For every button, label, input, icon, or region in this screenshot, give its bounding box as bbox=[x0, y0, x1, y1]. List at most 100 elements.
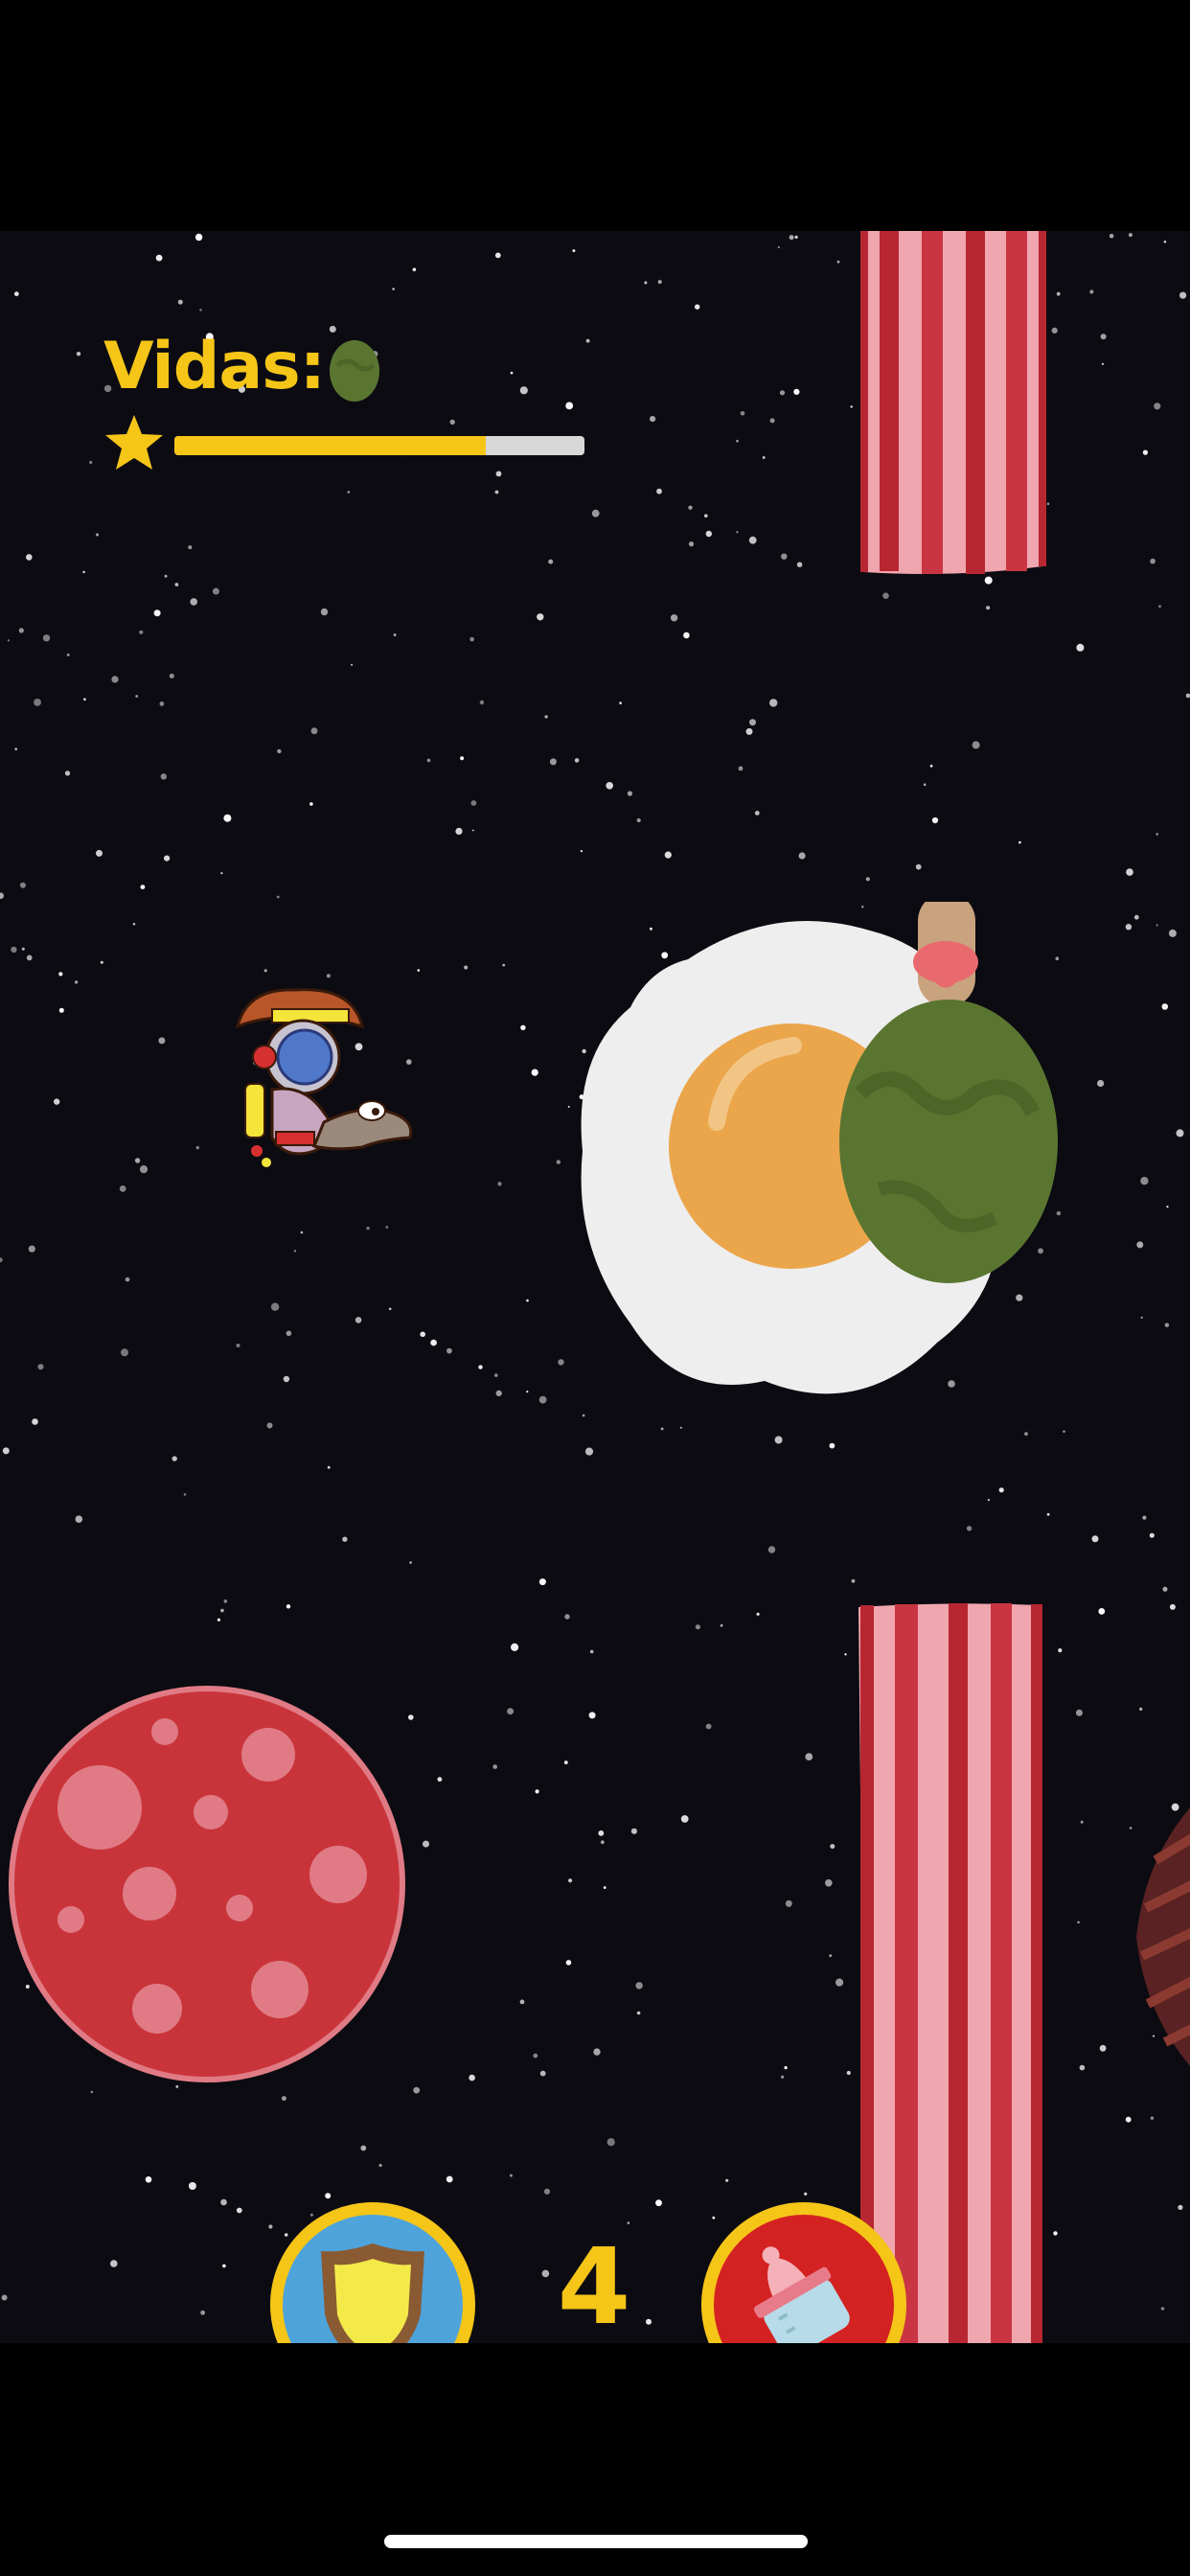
star-dot bbox=[966, 1526, 973, 1531]
star-dot bbox=[153, 610, 161, 617]
star-dot bbox=[351, 663, 354, 666]
star-dot bbox=[785, 1899, 792, 1907]
star-dot bbox=[556, 1160, 561, 1164]
star-dot bbox=[793, 388, 800, 395]
star-dot bbox=[66, 653, 70, 656]
star-dot bbox=[603, 1886, 606, 1889]
star-dot bbox=[636, 2011, 641, 2015]
star-dot bbox=[539, 2070, 546, 2077]
star-dot bbox=[767, 1546, 776, 1553]
star-dot bbox=[222, 2264, 226, 2268]
star-dot bbox=[1125, 2116, 1132, 2123]
star-dot bbox=[286, 1604, 291, 1609]
star-dot bbox=[471, 829, 474, 832]
star-dot bbox=[745, 727, 753, 735]
star-dot bbox=[1079, 2064, 1086, 2071]
star-dot bbox=[1051, 327, 1058, 334]
star-dot bbox=[538, 1395, 547, 1404]
star-dot bbox=[762, 456, 766, 459]
star-dot bbox=[1046, 1512, 1050, 1516]
star-dot bbox=[2, 1447, 10, 1455]
star-icon bbox=[105, 415, 163, 470]
star-dot bbox=[212, 587, 219, 595]
star-dot bbox=[492, 1764, 497, 1769]
star-dot bbox=[164, 855, 171, 862]
star-dot bbox=[572, 249, 576, 253]
star-dot bbox=[915, 863, 922, 870]
star-dot bbox=[712, 2216, 716, 2220]
star-dot bbox=[657, 280, 662, 285]
star-dot bbox=[76, 352, 81, 356]
star-dot bbox=[1185, 693, 1190, 699]
star-dot bbox=[538, 1578, 546, 1586]
star-dot bbox=[495, 471, 502, 477]
star-dot bbox=[100, 960, 103, 964]
star-dot bbox=[1156, 833, 1158, 836]
star-dot bbox=[568, 1878, 573, 1883]
star-dot bbox=[329, 326, 336, 333]
level-progress-bar bbox=[174, 436, 584, 455]
star-dot bbox=[1150, 2116, 1155, 2120]
game-canvas[interactable]: Vidas: 4 bbox=[0, 231, 1190, 2343]
star-dot bbox=[585, 338, 590, 343]
star-dot bbox=[688, 541, 695, 547]
star-dot bbox=[388, 1307, 392, 1311]
star-dot bbox=[1100, 334, 1107, 340]
star-dot bbox=[1142, 449, 1148, 455]
star-dot bbox=[412, 267, 417, 272]
star-dot bbox=[998, 1487, 1004, 1493]
star-dot bbox=[1162, 1586, 1168, 1592]
star-dot bbox=[217, 1618, 221, 1622]
star-dot bbox=[591, 509, 600, 518]
star-dot bbox=[779, 390, 786, 396]
star-dot bbox=[190, 598, 197, 606]
salami-planet bbox=[9, 1686, 405, 2082]
star-dot bbox=[1046, 502, 1050, 506]
star-dot bbox=[286, 1330, 292, 1337]
star-dot bbox=[446, 1347, 452, 1354]
star-dot bbox=[11, 946, 17, 954]
star-dot bbox=[200, 2310, 206, 2315]
star-dot bbox=[986, 606, 991, 610]
star-dot bbox=[266, 1422, 273, 1429]
star-dot bbox=[929, 764, 933, 768]
star-dot bbox=[784, 2065, 788, 2070]
star-dot bbox=[195, 1145, 199, 1150]
star-dot bbox=[119, 1185, 126, 1192]
star-dot bbox=[320, 608, 329, 616]
star-dot bbox=[655, 2199, 662, 2207]
star-dot bbox=[774, 1436, 783, 1444]
star-dot bbox=[531, 1069, 538, 1076]
star-dot bbox=[188, 545, 193, 550]
star-dot bbox=[195, 233, 203, 242]
star-dot bbox=[96, 849, 103, 857]
star-dot bbox=[836, 260, 840, 264]
star-dot bbox=[309, 2213, 313, 2217]
star-dot bbox=[627, 791, 633, 796]
star-dot bbox=[7, 639, 10, 642]
star-dot bbox=[584, 1447, 594, 1456]
star-dot bbox=[347, 491, 351, 494]
star-dot bbox=[535, 1789, 539, 1794]
star-dot bbox=[110, 2260, 118, 2267]
star-dot bbox=[19, 882, 26, 888]
star-dot bbox=[1056, 291, 1061, 296]
star-dot bbox=[835, 1978, 844, 1987]
star-dot bbox=[1053, 2231, 1058, 2236]
star-dot bbox=[600, 1840, 605, 1845]
star-dot bbox=[174, 583, 179, 586]
star-dot bbox=[780, 2075, 785, 2079]
star-dot bbox=[1077, 1920, 1080, 1924]
star-dot bbox=[74, 980, 79, 984]
star-dot bbox=[284, 2233, 288, 2237]
home-indicator[interactable] bbox=[384, 2535, 808, 2548]
star-dot bbox=[26, 554, 33, 561]
star-dot bbox=[931, 816, 939, 824]
star-dot bbox=[533, 2053, 538, 2058]
star-dot bbox=[805, 1753, 813, 1760]
star-dot bbox=[563, 1760, 568, 1764]
star-dot bbox=[794, 235, 798, 240]
star-dot bbox=[1097, 1079, 1105, 1088]
star-dot bbox=[1142, 1515, 1147, 1520]
star-dot bbox=[236, 2207, 242, 2214]
